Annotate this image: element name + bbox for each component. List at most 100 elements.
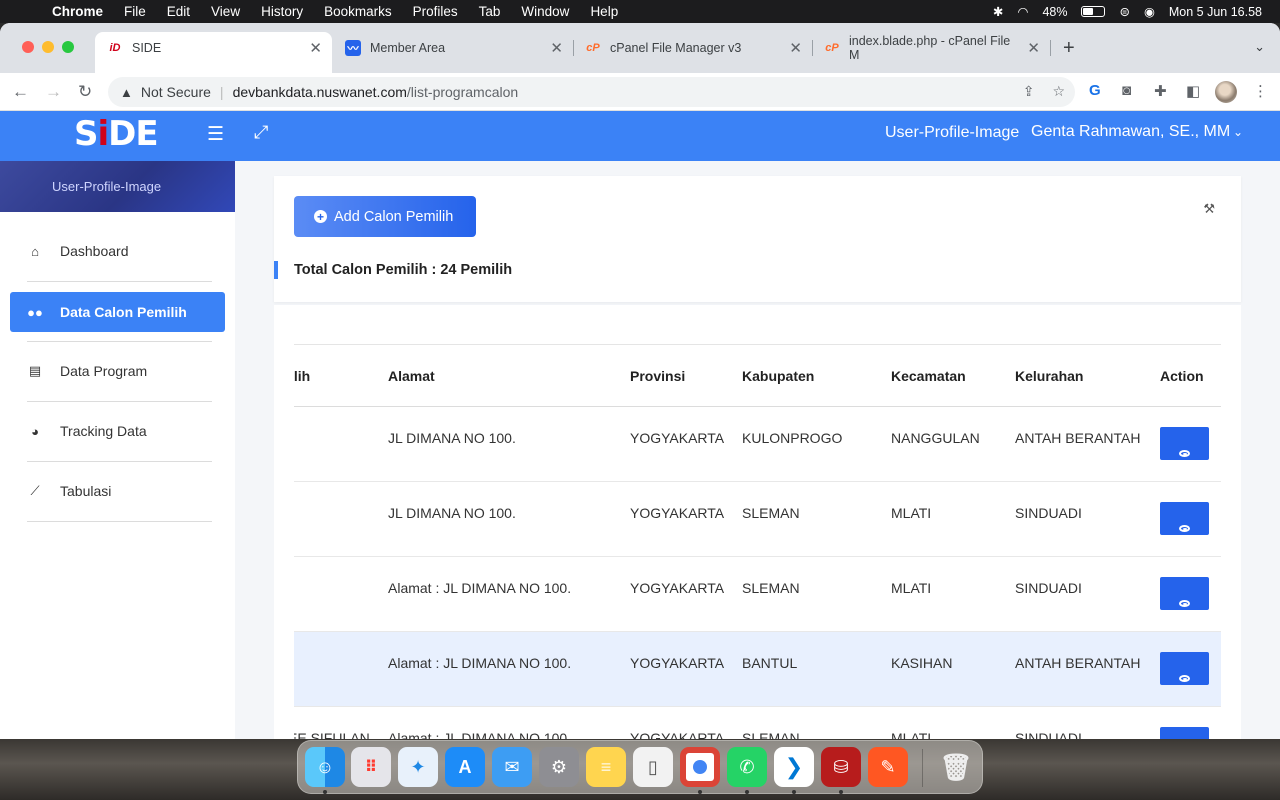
address-bar[interactable]: ▲ Not Secure | devbankdata.nuswanet.com … (108, 77, 1075, 107)
puzzle-extensions-icon[interactable]: ✚ (1154, 82, 1167, 100)
new-tab-icon[interactable]: + (1063, 37, 1075, 60)
close-icon[interactable]: ✕ (550, 39, 563, 57)
sidebar-item-tracking-data[interactable]: ◕ Tracking Data (10, 411, 225, 451)
bluetooth-icon[interactable]: ✱ (993, 4, 1003, 19)
view-button[interactable] (1160, 652, 1209, 685)
tab-strip: iD SIDE ✕ 〰 Member Area ✕ cP cPanel File… (0, 23, 1280, 73)
minimize-window-button[interactable] (42, 41, 54, 53)
eye-icon (1179, 525, 1190, 532)
back-arrow-icon[interactable]: ← (12, 82, 29, 102)
reload-icon[interactable]: ↻ (78, 82, 92, 102)
chrome-icon[interactable] (680, 747, 720, 787)
launchpad-icon[interactable]: ⠿ (351, 747, 391, 787)
cell-provinsi: YOGYAKARTA (630, 580, 725, 596)
header-profile-image[interactable]: User-Profile-Image (885, 124, 1019, 142)
side-logo[interactable]: SiDE (74, 114, 159, 154)
sidebar-item-data-program[interactable]: ▤ Data Program (10, 351, 225, 391)
tab-cpanel-file-manager[interactable]: cP cPanel File Manager v3 ✕ (573, 32, 813, 64)
google-translate-icon[interactable]: G (1089, 82, 1101, 99)
menu-history[interactable]: History (261, 4, 303, 19)
cell-kecamatan: MLATI (891, 580, 932, 596)
column-header-provinsi[interactable]: Provinsi (630, 368, 685, 384)
siri-icon[interactable]: ◉ (1144, 4, 1155, 19)
table-row: Alamat : JL DIMANA NO 100. YOGYAKARTA BA… (294, 632, 1221, 707)
menu-view[interactable]: View (211, 4, 240, 19)
wifi-icon[interactable]: ◠ (1018, 4, 1029, 19)
mail-icon[interactable]: ✉ (492, 747, 532, 787)
camera-icon[interactable]: ◙ (1122, 82, 1131, 99)
tab-side[interactable]: iD SIDE ✕ (95, 32, 332, 73)
column-header-alamat[interactable]: Alamat (388, 368, 435, 384)
add-calon-pemilih-button[interactable]: + Add Calon Pemilih (294, 196, 476, 237)
more-vert-icon[interactable]: ⋮ (1253, 82, 1268, 100)
browser-toolbar: ← → ↻ ▲ Not Secure | devbankdata.nuswane… (0, 73, 1280, 111)
close-window-button[interactable] (22, 41, 34, 53)
sidebar-panel-icon[interactable]: ◧ (1186, 82, 1200, 100)
menu-bookmarks[interactable]: Bookmarks (324, 4, 392, 19)
trash-icon[interactable]: 🗑 (936, 747, 976, 787)
forward-arrow-icon[interactable]: → (45, 82, 62, 102)
running-indicator (839, 790, 843, 794)
database-icon[interactable]: ⛁ (821, 747, 861, 787)
menu-tab[interactable]: Tab (479, 4, 501, 19)
pen-tool-icon[interactable]: ✎ (868, 747, 908, 787)
tab-title: cPanel File Manager v3 (610, 41, 742, 55)
column-header-kabupaten[interactable]: Kabupaten (742, 368, 814, 384)
system-settings-icon[interactable]: ⚙ (539, 747, 579, 787)
running-indicator (792, 790, 796, 794)
sidebar-profile-image[interactable]: User-Profile-Image (52, 179, 161, 194)
finder-icon[interactable]: ☺ (305, 747, 345, 787)
whatsapp-icon[interactable]: ✆ (727, 747, 767, 787)
view-button[interactable] (1160, 577, 1209, 610)
wrench-icon[interactable]: ⚒ (1203, 201, 1215, 217)
sidebar-item-data-calon-pemilih[interactable]: ●● Data Calon Pemilih (10, 292, 225, 332)
column-header-kelurahan[interactable]: Kelurahan (1015, 368, 1083, 384)
chevron-down-icon[interactable]: ⌄ (1254, 39, 1265, 55)
menu-edit[interactable]: Edit (167, 4, 190, 19)
share-icon[interactable]: ⇪ (1023, 83, 1035, 100)
app-store-icon[interactable]: A (445, 747, 485, 787)
cell-provinsi: YOGYAKARTA (630, 430, 725, 446)
safari-icon[interactable]: ✦ (398, 747, 438, 787)
close-icon[interactable]: ✕ (309, 39, 322, 57)
header-user-name[interactable]: Genta Rahmawan, SE., MM (1031, 123, 1230, 141)
vscode-icon[interactable]: ❯ (774, 747, 814, 787)
warning-icon[interactable]: ▲ (120, 85, 133, 100)
battery-icon[interactable] (1081, 6, 1106, 17)
preview-icon[interactable]: ▯ (633, 747, 673, 787)
sidebar-item-tabulasi[interactable]: ⟋ Tabulasi (10, 471, 225, 511)
browser-window: iD SIDE ✕ 〰 Member Area ✕ cP cPanel File… (0, 23, 1280, 739)
security-status[interactable]: Not Secure (141, 84, 211, 100)
pie-chart-icon: ◕ (31, 423, 39, 439)
menu-app-name[interactable]: Chrome (52, 4, 103, 19)
fullscreen-expand-icon[interactable]: ⤢ (254, 122, 268, 143)
zoom-window-button[interactable] (62, 41, 74, 53)
cell-provinsi: YOGYAKARTA (630, 655, 725, 671)
tab-title: index.blade.php - cPanel File M (849, 34, 1011, 62)
cell-kecamatan: MLATI (891, 730, 932, 739)
menu-file[interactable]: File (124, 4, 146, 19)
view-button[interactable] (1160, 427, 1209, 460)
column-header-nama-pemilih[interactable]: ilih (294, 368, 310, 384)
tab-index-blade[interactable]: cP index.blade.php - cPanel File M ✕ (812, 32, 1051, 64)
menu-window[interactable]: Window (521, 4, 569, 19)
data-table[interactable]: ilih Alamat Provinsi Kabupaten Kecamatan… (294, 344, 1221, 739)
notes-icon[interactable]: ≡ (586, 747, 626, 787)
clock[interactable]: Mon 5 Jun 16.58 (1169, 5, 1262, 19)
view-button[interactable] (1160, 502, 1209, 535)
close-icon[interactable]: ✕ (1027, 39, 1040, 57)
browser-profile-avatar[interactable] (1215, 81, 1237, 103)
menu-profiles[interactable]: Profiles (413, 4, 458, 19)
column-header-kecamatan[interactable]: Kecamatan (891, 368, 966, 384)
control-center-icon[interactable]: ⊜ (1119, 4, 1129, 19)
star-icon[interactable]: ☆ (1052, 83, 1065, 100)
close-icon[interactable]: ✕ (789, 39, 802, 57)
summary-card: + Add Calon Pemilih ⚒ Total Calon Pemili… (274, 176, 1241, 302)
menu-help[interactable]: Help (590, 4, 618, 19)
sidebar-item-dashboard[interactable]: ⌂ Dashboard (10, 231, 225, 271)
tab-member-area[interactable]: 〰 Member Area ✕ (333, 32, 574, 64)
chevron-down-icon[interactable]: ⌄ (1233, 125, 1243, 139)
view-button[interactable] (1160, 727, 1209, 739)
hamburger-menu-icon[interactable]: ☰ (207, 123, 224, 146)
cell-kabupaten: BANTUL (742, 655, 798, 671)
